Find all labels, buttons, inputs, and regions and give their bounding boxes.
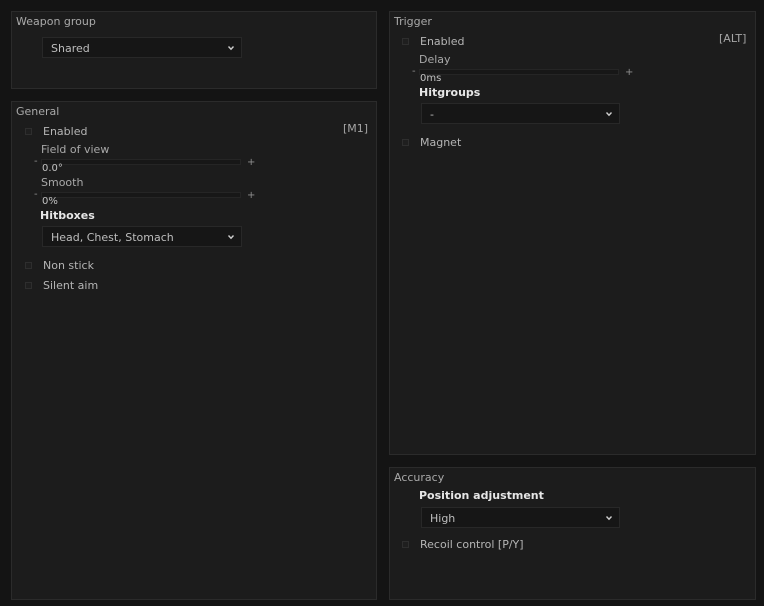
position-adjustment-label: Position adjustment: [419, 489, 544, 502]
hitboxes-selected: Head, Chest, Stomach: [51, 231, 174, 244]
non-stick-row[interactable]: Non stick: [25, 259, 94, 272]
chevron-down-icon: [228, 46, 234, 51]
fov-decrease-button[interactable]: -: [34, 157, 38, 167]
fov-value: 0.0°: [42, 163, 63, 174]
general-enabled-label: Enabled: [43, 125, 88, 138]
hitgroups-selected: -: [430, 108, 434, 121]
trigger-title: Trigger: [394, 15, 432, 28]
general-enabled-row[interactable]: Enabled: [25, 125, 87, 138]
delay-label: Delay: [419, 53, 451, 66]
hitgroups-dropdown[interactable]: -: [421, 103, 620, 124]
hitboxes-dropdown[interactable]: Head, Chest, Stomach: [42, 226, 242, 247]
hitgroups-label: Hitgroups: [419, 86, 481, 99]
position-adjustment-selected: High: [430, 512, 456, 525]
trigger-panel: Trigger Enabled [ALT] Delay - + 0ms Hitg…: [389, 11, 756, 455]
general-enabled-checkbox[interactable]: [25, 128, 32, 135]
chevron-down-icon: [606, 516, 612, 521]
chevron-down-icon: [606, 112, 612, 117]
weapon-group-title: Weapon group: [16, 15, 96, 28]
general-title: General: [16, 105, 60, 118]
silent-aim-checkbox[interactable]: [25, 282, 32, 289]
trigger-enabled-row[interactable]: Enabled: [402, 35, 464, 48]
magnet-label: Magnet: [420, 136, 462, 149]
chevron-down-icon: [228, 235, 234, 240]
hitboxes-label: Hitboxes: [40, 209, 95, 222]
weapon-group-panel: Weapon group Shared: [11, 11, 377, 89]
accuracy-title: Accuracy: [394, 471, 445, 484]
weapon-group-selected: Shared: [51, 42, 90, 55]
delay-value: 0ms: [420, 73, 442, 84]
smooth-slider[interactable]: [41, 192, 241, 198]
smooth-label: Smooth: [41, 176, 84, 189]
recoil-control-row[interactable]: Recoil control [P/Y]: [402, 538, 524, 551]
trigger-enabled-checkbox[interactable]: [402, 38, 409, 45]
silent-aim-row[interactable]: Silent aim: [25, 279, 98, 292]
fov-label: Field of view: [41, 143, 110, 156]
silent-aim-label: Silent aim: [43, 279, 99, 292]
delay-increase-button[interactable]: +: [625, 68, 633, 78]
position-adjustment-dropdown[interactable]: High: [421, 507, 620, 528]
recoil-control-label: Recoil control [P/Y]: [420, 538, 524, 551]
fov-slider[interactable]: [41, 159, 241, 165]
delay-slider[interactable]: [419, 69, 619, 75]
recoil-control-checkbox[interactable]: [402, 541, 409, 548]
non-stick-label: Non stick: [43, 259, 94, 272]
general-enabled-keybind[interactable]: [M1]: [343, 122, 368, 135]
magnet-row[interactable]: Magnet: [402, 136, 461, 149]
magnet-checkbox[interactable]: [402, 139, 409, 146]
non-stick-checkbox[interactable]: [25, 262, 32, 269]
accuracy-panel: Accuracy Position adjustment High Recoil…: [389, 467, 756, 600]
weapon-group-dropdown[interactable]: Shared: [42, 37, 242, 58]
fov-increase-button[interactable]: +: [247, 158, 255, 168]
delay-decrease-button[interactable]: -: [412, 67, 416, 77]
smooth-increase-button[interactable]: +: [247, 191, 255, 201]
trigger-enabled-keybind[interactable]: [ALT]: [719, 32, 746, 45]
trigger-enabled-label: Enabled: [420, 35, 465, 48]
smooth-value: 0%: [42, 196, 58, 207]
general-panel: General Enabled [M1] Field of view - + 0…: [11, 101, 377, 600]
smooth-decrease-button[interactable]: -: [34, 190, 38, 200]
